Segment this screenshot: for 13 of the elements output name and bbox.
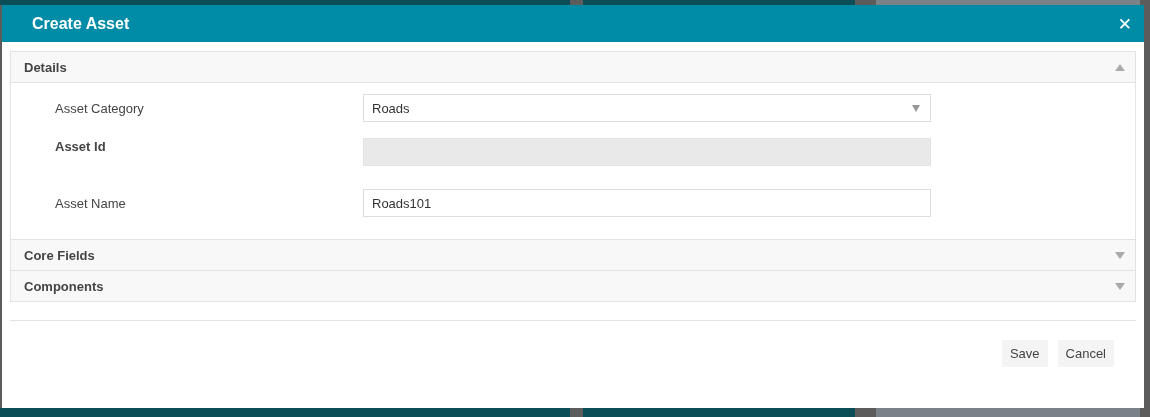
section-header[interactable]: Components — [11, 271, 1135, 302]
section-header[interactable]: Details — [11, 52, 1135, 83]
field-label: Asset Category — [54, 100, 145, 116]
dropdown-caret-icon — [912, 104, 920, 112]
section-header[interactable]: Core Fields — [11, 240, 1135, 271]
field-label: Asset Name — [54, 195, 127, 211]
footer-button[interactable]: Save — [1001, 340, 1048, 367]
input-field[interactable]: Roads101 — [363, 189, 931, 217]
footer-button[interactable]: Cancel — [1057, 340, 1114, 367]
dropdown[interactable]: Roads — [363, 94, 931, 122]
dialog-title: Create Asset — [32, 14, 130, 33]
field-label: Asset Id — [54, 138, 107, 154]
close-button[interactable]: ✕ — [1113, 13, 1136, 34]
